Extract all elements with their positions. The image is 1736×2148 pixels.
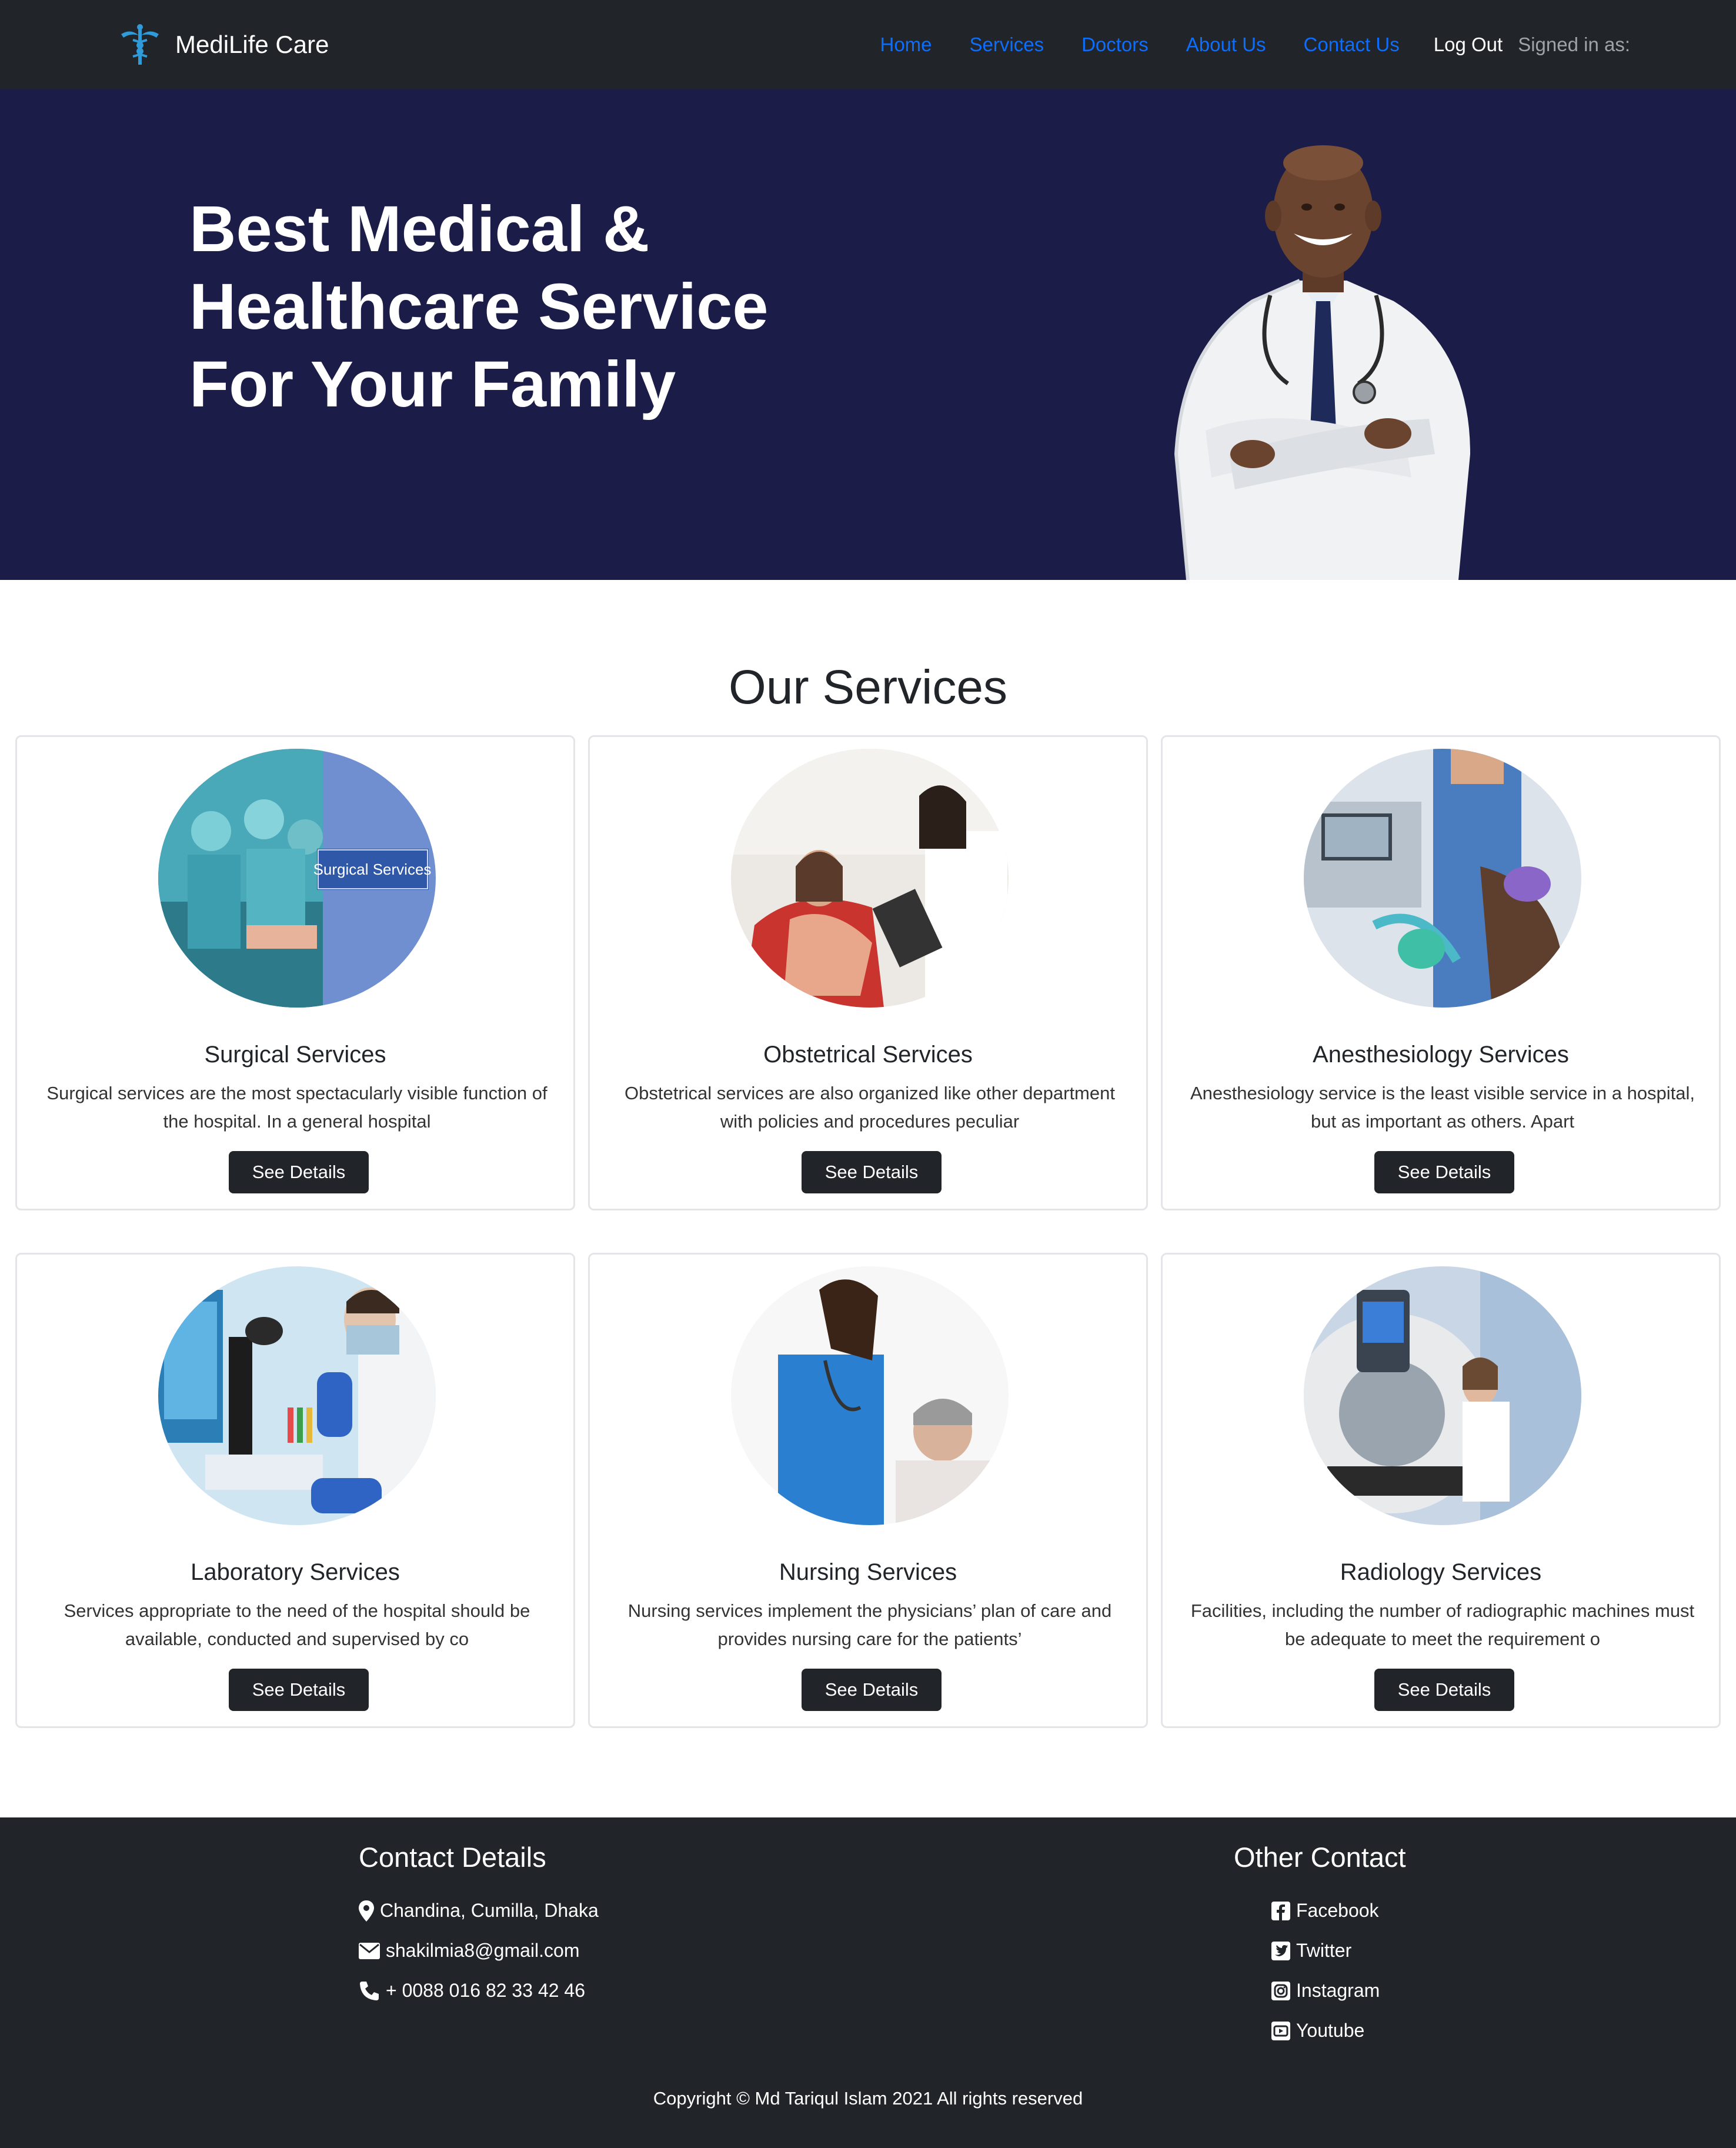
map-marker-icon [359,1900,374,1922]
youtube-link[interactable]: Youtube [1271,2020,1364,2042]
nav-doctors-link[interactable]: Doctors [1081,34,1149,56]
logout-button[interactable]: Log Out [1434,34,1503,56]
email-row: shakilmia8@gmail.com [359,1940,579,1962]
hero-banner: Best Medical & Healthcare Service For Yo… [0,89,1736,580]
nav-services-link[interactable]: Services [970,34,1044,56]
youtube-label: Youtube [1296,2020,1365,2041]
service-card: Nursing Services Nursing services implem… [588,1253,1148,1728]
hero-title-line: Healthcare Service [189,271,769,343]
navbar: MediLife Care Home Services Doctors Abou… [0,0,1736,89]
brand-name: MediLife Care [175,31,329,58]
hero-title-line: For Your Family [189,348,676,421]
signed-in-label: Signed in as: [1518,34,1630,55]
service-card: Anesthesiology Services Anesthesiology s… [1161,735,1721,1210]
nav-about-link[interactable]: About Us [1186,34,1266,56]
phone-icon [360,1981,379,2000]
see-details-button[interactable]: See Details [1374,1669,1514,1711]
service-title: Anesthesiology Services [1313,1042,1569,1068]
services-heading: Our Services [729,661,1007,714]
twitter-icon [1271,1941,1290,1960]
service-title: Radiology Services [1340,1559,1542,1585]
surgical-image-label: Surgical Services [313,860,432,878]
service-card: Laboratory Services Services appropriate… [15,1253,575,1728]
nav-home-link[interactable]: Home [880,34,932,56]
anesthesiology-services-image [1304,749,1581,1008]
instagram-icon [1271,1981,1290,2000]
doctor-image [1174,145,1470,580]
service-description: Anesthesiology service is the least visi… [1190,1083,1695,1132]
phone-text[interactable]: + 0088 016 82 33 42 46 [386,1980,585,2002]
service-description: Obstetrical services are also organized … [625,1083,1115,1132]
service-card: Obstetrical Services Obstetrical service… [588,735,1148,1210]
twitter-label: Twitter [1296,1940,1352,1961]
facebook-label: Facebook [1296,1900,1379,1921]
laboratory-services-image [158,1266,436,1525]
radiology-services-image [1304,1266,1581,1525]
instagram-link[interactable]: Instagram [1271,1980,1380,2002]
contact-details-heading: Contact Details [359,1842,546,1873]
instagram-label: Instagram [1296,1980,1380,2001]
service-title: Obstetrical Services [763,1042,973,1068]
address-row: Chandina, Cumilla, Dhaka [359,1900,599,1922]
caduceus-icon [121,24,159,65]
service-description: Nursing services implement the physician… [627,1600,1112,1649]
phone-row: + 0088 016 82 33 42 46 [359,1980,585,2002]
copyright-text: Copyright © Md Tariqul Islam 2021 All ri… [653,2088,1083,2109]
service-title: Surgical Services [204,1042,386,1068]
surgical-services-image: Surgical Services [158,749,436,1008]
service-card: Surgical Services Surgical Services Surg… [15,735,575,1210]
see-details-button[interactable]: See Details [802,1151,942,1193]
see-details-button[interactable]: See Details [802,1669,942,1711]
service-description: Facilities, including the number of radi… [1190,1600,1695,1649]
brand[interactable]: MediLife Care [118,22,329,67]
other-contact-heading: Other Contact [1234,1842,1406,1873]
service-description: Services appropriate to the need of the … [64,1600,530,1649]
service-card: Radiology Services Facilities, including… [1161,1253,1721,1728]
obstetrical-services-image [731,749,1009,1008]
hero-title-line: Best Medical & [189,193,650,265]
hero-title: Best Medical & Healthcare Service For Yo… [189,191,895,423]
facebook-link[interactable]: Facebook [1271,1900,1379,1922]
nursing-services-image [731,1266,1009,1525]
email-text[interactable]: shakilmia8@gmail.com [386,1940,579,1962]
twitter-link[interactable]: Twitter [1271,1940,1351,1962]
service-title: Laboratory Services [191,1559,400,1585]
nav-contact-link[interactable]: Contact Us [1304,34,1400,56]
see-details-button[interactable]: See Details [229,1151,369,1193]
service-description: Surgical services are the most spectacul… [46,1083,547,1132]
see-details-button[interactable]: See Details [1374,1151,1514,1193]
nav-links: Home Services Doctors About Us Contact U… [843,22,1631,67]
address-text: Chandina, Cumilla, Dhaka [380,1900,599,1921]
service-title: Nursing Services [779,1559,957,1585]
envelope-icon [359,1942,380,1959]
facebook-icon [1271,1901,1290,1920]
see-details-button[interactable]: See Details [229,1669,369,1711]
youtube-icon [1271,2021,1290,2040]
footer: Contact Details Chandina, Cumilla, Dhaka… [0,1817,1736,2148]
